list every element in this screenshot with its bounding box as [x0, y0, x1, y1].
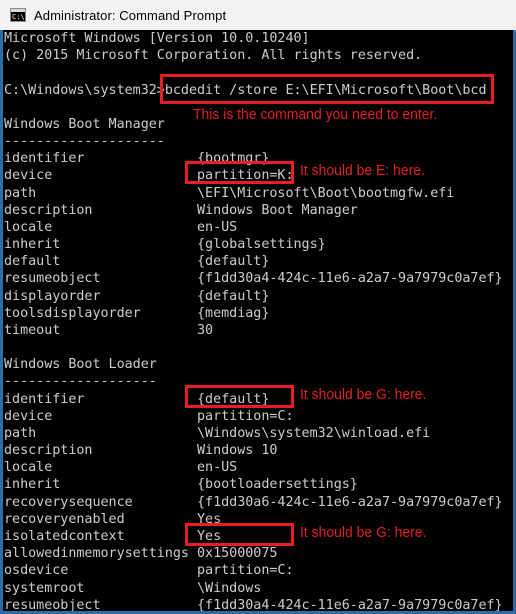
annotation-caption-command: This is the command you need to enter.: [193, 106, 438, 123]
console-line: toolsdisplayorder {memdiag}: [4, 305, 270, 321]
window-title: Administrator: Command Prompt: [34, 7, 227, 23]
console-line: inherit {globalsettings}: [4, 237, 326, 253]
console-line: osdevice partition=C:: [4, 563, 294, 579]
console-line: locale en-US: [4, 219, 238, 235]
annotation-caption-bootmgr-partition: It should be E: here.: [300, 162, 425, 179]
console-line: C:\Windows\system32>bcdedit /store E:\EF…: [4, 82, 487, 98]
console-line: systemroot \Windows: [4, 580, 262, 596]
annotation-caption-osdevice-partition: It should be G: here.: [300, 524, 427, 541]
svg-text:C:\: C:\: [12, 13, 25, 21]
console-output-area[interactable]: Microsoft Windows [Version 10.0.10240] (c…: [0, 30, 516, 614]
console-line: Windows Boot Loader: [4, 357, 157, 373]
annotation-caption-device-partition: It should be G: here.: [300, 386, 427, 403]
console-line: --------------------: [4, 134, 165, 150]
console-line: recoverysequence {f1dd30a6-424c-11e6-a2a…: [4, 494, 503, 510]
window-titlebar[interactable]: C:\ Administrator: Command Prompt: [0, 0, 516, 30]
console-line: path \EFI\Microsoft\Boot\bootmgfw.efi: [4, 185, 455, 201]
console-line: Microsoft Windows [Version 10.0.10240]: [4, 31, 310, 46]
console-line: resumeobject {f1dd30a4-424c-11e6-a2a7-9a…: [4, 271, 503, 287]
console-line: (c) 2015 Microsoft Corporation. All righ…: [4, 48, 423, 64]
console-line: resumeobject {f1dd30a4-424c-11e6-a2a7-9a…: [4, 597, 503, 613]
console-line: locale en-US: [4, 460, 238, 476]
console-line: identifier {bootmgr}: [4, 151, 270, 167]
console-line: description Windows 10: [4, 443, 278, 459]
console-line: -------------------: [4, 374, 157, 390]
console-line: displayorder {default}: [4, 288, 270, 304]
command-prompt-window: C:\ Administrator: Command Prompt Micros…: [0, 0, 516, 614]
console-line: identifier {default}: [4, 391, 270, 407]
console-line: timeout 30: [4, 322, 214, 338]
console-line: recoveryenabled Yes: [4, 511, 222, 527]
console-line: isolatedcontext Yes: [4, 528, 222, 544]
console-line: device partition=K:: [4, 168, 294, 184]
console-line: device partition=C:: [4, 408, 294, 424]
console-line: default {default}: [4, 254, 270, 270]
console-line: inherit {bootloadersettings}: [4, 477, 358, 493]
console-line: allowedinmemorysettings 0x15000075: [4, 546, 278, 562]
console-line: path \Windows\system32\winload.efi: [4, 425, 431, 441]
console-line: description Windows Boot Manager: [4, 202, 358, 218]
cmd-console-icon: C:\: [10, 8, 26, 22]
